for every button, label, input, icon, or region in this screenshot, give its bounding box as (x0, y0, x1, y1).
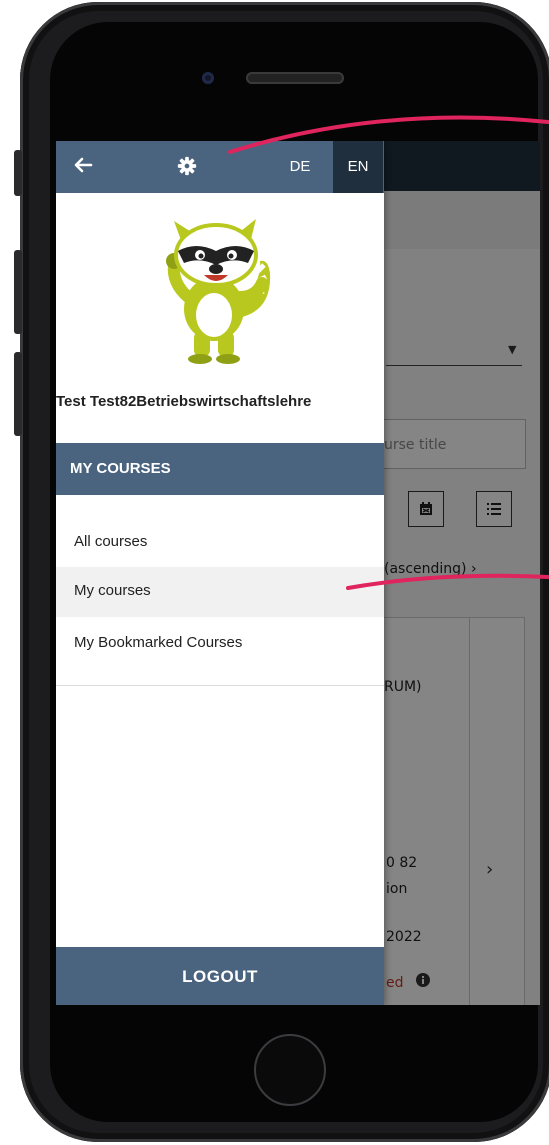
screen: ▼ urse title (ascending) › RUM) 0 82 ion… (56, 141, 540, 1005)
menu-item-my-courses[interactable]: My courses (56, 567, 384, 617)
menu-item-label: All courses (74, 533, 148, 550)
front-camera (202, 72, 214, 84)
user-name: Test Test82Betriebswirtschaftslehre (56, 393, 312, 410)
gear-icon[interactable] (176, 155, 200, 179)
volume-down-button (14, 352, 22, 436)
logout-label: LOGOUT (182, 967, 258, 986)
logout-button[interactable]: LOGOUT (56, 947, 384, 1005)
menu-item-bookmarked-courses[interactable]: My Bookmarked Courses (56, 619, 384, 669)
earpiece-speaker (246, 72, 344, 84)
menu-item-label: My courses (74, 582, 151, 599)
arrow-left-icon[interactable] (72, 154, 96, 178)
menu-divider (56, 685, 384, 686)
section-title: MY COURSES (70, 460, 171, 477)
language-en-button[interactable]: EN (333, 141, 383, 193)
side-drawer: DE EN Test Test82Betriebswirtschaftslehr… (56, 141, 384, 1005)
mute-switch (14, 150, 22, 196)
drawer-header: DE EN (56, 141, 384, 193)
menu-item-all-courses[interactable]: All courses (56, 518, 384, 568)
language-de-button[interactable]: DE (281, 141, 319, 193)
section-header: MY COURSES (56, 443, 384, 495)
volume-up-button (14, 250, 22, 334)
home-button[interactable] (254, 1034, 326, 1106)
menu-item-label: My Bookmarked Courses (74, 634, 243, 651)
raccoon-mascot-avatar (144, 213, 292, 365)
